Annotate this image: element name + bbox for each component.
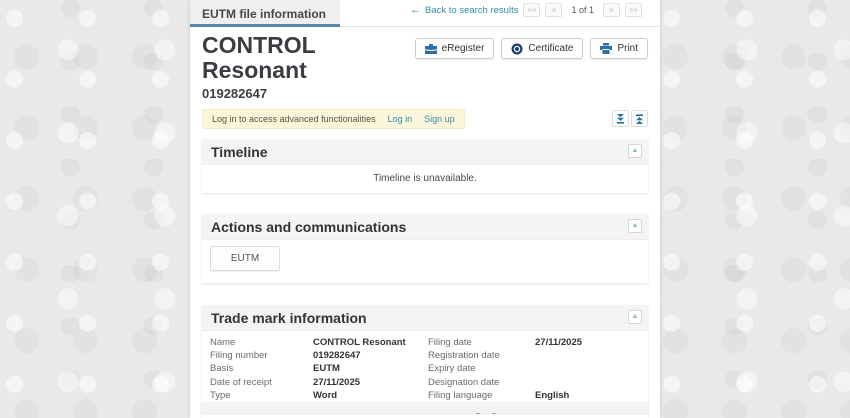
detail-row-name: Name CONTROL Resonant [210,336,428,349]
expand-all-button[interactable] [631,110,648,127]
pagination-first-button[interactable]: «« [523,3,540,17]
pagination-last-button[interactable]: »» [625,3,642,17]
back-to-search-results-link[interactable]: ← Back to search results [410,5,518,16]
print-label: Print [617,43,638,54]
timeline-empty-message: Timeline is unavailable. [373,173,477,184]
detail-label: Date of receipt [210,376,313,388]
login-notice-bar: Log in to access advanced functionalitie… [202,109,465,129]
briefcase-icon [425,43,437,54]
actions-section-header: Actions and communications ▲ [202,214,648,240]
timeline-body: Timeline is unavailable. [202,165,648,193]
collapse-all-button[interactable] [612,110,629,127]
eutm-file-information-page: EUTM file information ← Back to search r… [190,0,660,418]
login-link[interactable]: Log in [388,114,413,124]
eregister-button[interactable]: eRegister [415,38,495,59]
tab-eutm-file-information[interactable]: EUTM file information [190,0,340,27]
detail-value: CONTROL Resonant [313,336,406,348]
print-button[interactable]: Print [590,38,648,59]
detail-row-filing-number: Filing number 019282647 [210,349,428,362]
detail-value: Word [313,389,337,401]
actions-collapse-button[interactable]: ▲ [628,219,642,233]
detail-value: 27/11/2025 [313,376,360,388]
detail-row-date-of-receipt: Date of receipt 27/11/2025 [210,376,428,389]
detail-value: 019282647 [313,349,361,361]
certificate-seal-icon [511,43,523,55]
detail-label: Type [210,389,313,401]
detail-label: Expiry date [428,362,535,374]
trademark-section-title: Trade mark information [211,310,367,326]
pagination-prev-button[interactable]: « [545,3,562,17]
detail-value: EUTM [313,362,340,374]
tab-bar: EUTM file information ← Back to search r… [190,0,660,27]
certificate-label: Certificate [528,43,573,54]
detail-row-basis: Basis EUTM [210,362,428,375]
pagination-position: 1 of 1 [571,5,594,15]
actions-communications-section: Actions and communications ▲ EUTM [202,214,648,283]
actions-section-title: Actions and communications [211,219,406,235]
detail-label: Basis [210,362,313,374]
detail-value: English [535,389,569,401]
certificate-button[interactable]: Certificate [501,38,583,59]
application-number: 019282647 [202,86,415,101]
action-buttons: eRegister Certificate Print [415,38,648,101]
detail-row-type: Type Word [210,389,428,402]
back-link-label: Back to search results [425,5,518,16]
trademark-section-header: Trade mark information ▲ [202,305,648,331]
detail-row-registration-date: Registration date [428,349,640,362]
timeline-section-header: Timeline ▲ [202,139,648,165]
signup-link[interactable]: Sign up [424,114,455,124]
actions-body: EUTM [202,240,648,283]
trademark-heading: CONTROL Resonant 019282647 [202,33,415,101]
detail-row-designation-date: Designation date [428,376,640,389]
back-arrow-icon: ← [410,5,421,16]
expand-all-icon [635,114,644,124]
trademark-collapse-button[interactable]: ▲ [628,310,642,324]
detail-label: Filing number [210,349,313,361]
timeline-section: Timeline ▲ Timeline is unavailable. [202,139,648,193]
detail-row-filing-date: Filing date 27/11/2025 [428,336,640,349]
detail-label: Filing date [428,336,535,348]
collapse-all-icon [616,114,625,124]
title-row: CONTROL Resonant 019282647 eRegister Cer… [190,27,660,101]
login-row: Log in to access advanced functionalitie… [202,109,648,129]
detail-row-expiry-date: Expiry date [428,362,640,375]
pagination-next-button[interactable]: » [603,3,620,17]
tab-label: EUTM file information [202,7,326,21]
detail-row-filing-language: Filing language English [428,389,640,402]
page-title: CONTROL Resonant [202,33,415,84]
next-section-header-partial [202,402,648,413]
printer-icon [600,43,612,54]
detail-label: Filing language [428,389,535,401]
detail-value: 27/11/2025 [535,336,582,348]
detail-label: Name [210,336,313,348]
eregister-label: eRegister [442,43,485,54]
detail-label: Registration date [428,349,535,361]
timeline-title: Timeline [211,144,268,160]
top-navigation: ← Back to search results «« « 1 of 1 » »… [410,3,642,17]
eutm-tab-button[interactable]: EUTM [210,246,280,271]
expand-collapse-controls [612,110,648,127]
detail-label: Designation date [428,376,535,388]
timeline-collapse-button[interactable]: ▲ [628,144,642,158]
trademark-information-section: Trade mark information ▲ Name CONTROL Re… [202,305,648,418]
login-notice-message: Log in to access advanced functionalitie… [212,114,376,124]
eutm-tab-label: EUTM [231,253,259,264]
